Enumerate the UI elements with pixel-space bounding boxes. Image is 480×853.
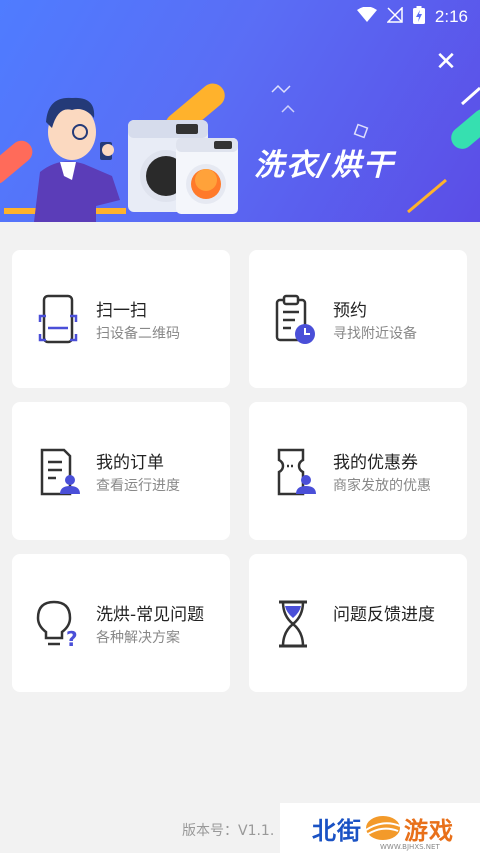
watermark-url: WWW.BJHXS.NET [380,843,440,851]
header-banner: 2:16 ✕ 洗衣/烘干 [0,0,480,222]
card-title: 我的订单 [96,453,164,473]
watermark-text-right: 游戏 [404,816,454,845]
card-subtitle: 扫设备二维码 [96,326,180,342]
battery-charging-icon [412,6,425,28]
card-reserve[interactable]: 预约 寻找附近设备 [249,250,467,388]
close-icon: ✕ [435,47,457,77]
order-document-icon [40,448,80,496]
no-signal-icon [386,6,403,27]
watermark-logo-icon [365,816,401,840]
close-button[interactable]: ✕ [432,48,460,76]
card-title: 预约 [333,301,367,321]
hourglass-icon [279,600,307,648]
card-title: 扫一扫 [96,301,147,321]
wifi-icon [356,6,377,27]
coupon-user-icon [277,448,316,496]
card-title: 洗烘-常见问题 [96,605,205,625]
card-subtitle: 各种解决方案 [96,630,180,646]
card-faq[interactable]: ? 洗烘-常见问题 各种解决方案 [12,554,230,692]
svg-text:?: ? [66,627,78,650]
card-subtitle: 商家发放的优惠 [333,478,431,494]
card-feedback[interactable]: 问题反馈进度 [249,554,467,692]
card-orders[interactable]: 我的订单 查看运行进度 [12,402,230,540]
card-title: 问题反馈进度 [333,605,435,625]
watermark: 北街 游戏 WWW.BJHXS.NET [280,803,480,853]
clipboard-clock-icon [275,294,315,344]
lightbulb-question-icon: ? [36,600,78,650]
watermark-text-left: 北街 [312,816,362,845]
card-title: 我的优惠券 [333,453,418,473]
banner-title: 洗衣/烘干 [254,148,395,183]
status-time: 2:16 [434,7,468,26]
card-subtitle: 查看运行进度 [96,478,180,494]
status-bar: 2:16 [0,0,480,34]
card-scan[interactable]: 扫一扫 扫设备二维码 [12,250,230,388]
card-subtitle: 寻找附近设备 [333,326,417,342]
qr-scan-icon [38,294,78,344]
version-label: 版本号：V1.1. [182,823,275,839]
card-coupons[interactable]: 我的优惠券 商家发放的优惠 [249,402,467,540]
